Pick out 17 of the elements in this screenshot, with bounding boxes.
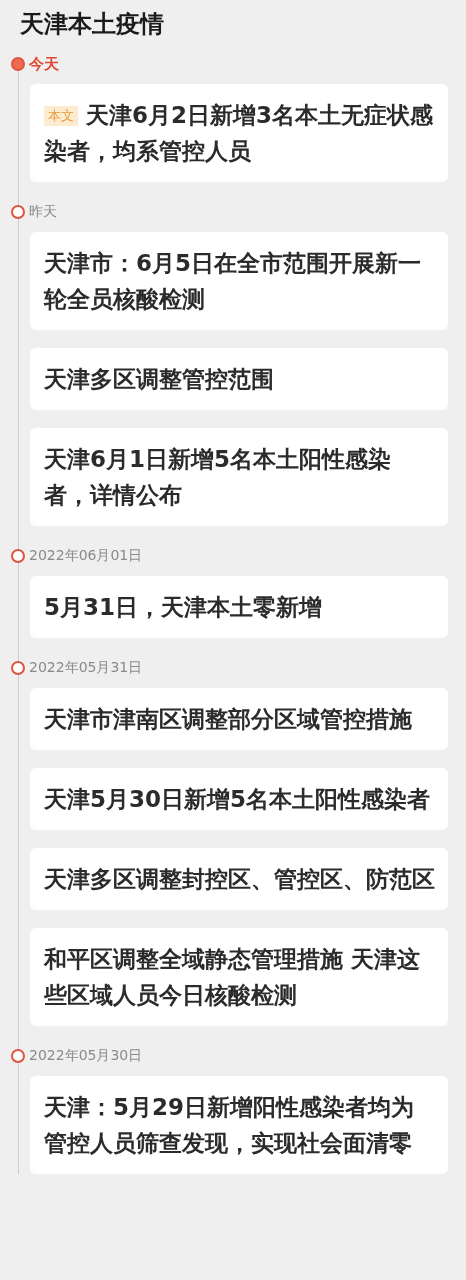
page-title: 天津本土疫情 bbox=[19, 9, 165, 40]
date-label: 今天 bbox=[29, 54, 59, 74]
news-card[interactable]: 天津：5月29日新增阳性感染者均为管控人员筛查发现，实现社会面清零 bbox=[30, 1076, 448, 1174]
news-card[interactable]: 本文 天津6月2日新增3名本土无症状感染者，均系管控人员 bbox=[30, 84, 448, 182]
news-card[interactable]: 和平区调整全域静态管理措施 天津这些区域人员今日核酸检测 bbox=[30, 928, 448, 1026]
date-label: 2022年05月31日 bbox=[29, 659, 143, 677]
news-card[interactable]: 天津多区调整封控区、管控区、防范区 bbox=[30, 848, 448, 910]
article-tag: 本文 bbox=[44, 106, 78, 126]
news-card[interactable]: 天津市津南区调整部分区域管控措施 bbox=[30, 688, 448, 750]
news-card[interactable]: 天津5月30日新增5名本土阳性感染者 bbox=[30, 768, 448, 830]
news-card[interactable]: 天津市：6月5日在全市范围开展新一轮全员核酸检测 bbox=[30, 232, 448, 330]
news-card[interactable]: 5月31日，天津本土零新增 bbox=[30, 576, 448, 638]
date-label: 2022年05月30日 bbox=[29, 1047, 143, 1065]
date-label: 2022年06月01日 bbox=[29, 547, 143, 565]
date-label: 昨天 bbox=[29, 203, 57, 221]
news-card[interactable]: 天津多区调整管控范围 bbox=[30, 348, 448, 410]
news-card[interactable]: 天津6月1日新增5名本土阳性感染者，详情公布 bbox=[30, 428, 448, 526]
